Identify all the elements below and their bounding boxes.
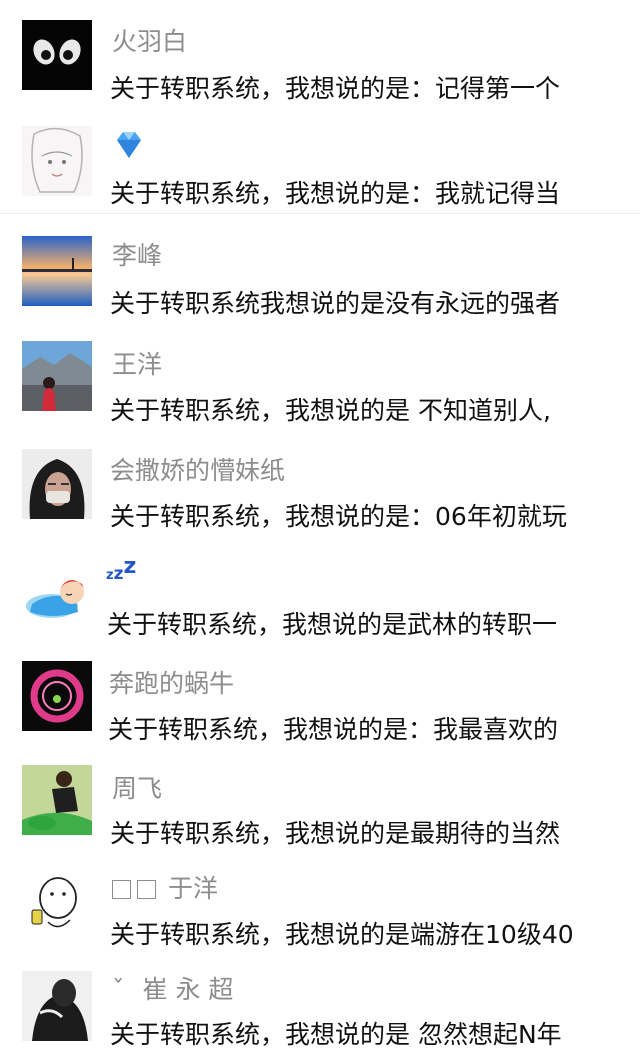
commenter-name-text: 于洋	[168, 874, 219, 903]
comment-text: 关于转职系统我想说的是没有永远的强者	[110, 289, 561, 318]
comment-text: 关于转职系统，我想说的是 不知道别人,	[110, 396, 551, 425]
doodle-drinking-avatar[interactable]	[22, 870, 92, 940]
comment-text: 关于转职系统，我想说的是：我最喜欢的	[108, 715, 559, 744]
list-item[interactable]: 于洋 关于转职系统，我想说的是端游在10级40	[0, 858, 640, 965]
comment-text: 关于转职系统，我想说的是最期待的当然	[110, 819, 561, 848]
anime-eyes-avatar[interactable]	[22, 20, 92, 90]
comment-text: 关于转职系统，我想说的是 忽然想起N年	[110, 1020, 562, 1049]
list-item[interactable]: ˇ 崔 永 超 关于转职系统，我想说的是 忽然想起N年	[0, 965, 640, 1057]
unknown-glyph-icon	[137, 880, 156, 899]
zzz-sleep-icon: zzz	[106, 554, 137, 584]
list-item[interactable]: 李峰 关于转职系统我想说的是没有永远的强者	[0, 214, 640, 322]
list-item[interactable]: 关于转职系统，我想说的是：我就记得当	[0, 107, 640, 214]
list-item[interactable]: zzz 关于转职系统，我想说的是武林的转职一	[0, 536, 640, 644]
unknown-glyph-icon	[112, 880, 131, 899]
list-item[interactable]: 周飞 关于转职系统，我想说的是最期待的当然	[0, 751, 640, 858]
list-item[interactable]: 奔跑的蜗牛 关于转职系统，我想说的是：我最喜欢的	[0, 644, 640, 751]
list-item[interactable]: 会撒娇的懵妹纸 关于转职系统，我想说的是：06年初就玩	[0, 429, 640, 536]
commenter-name[interactable]: 会撒娇的懵妹纸	[110, 456, 285, 486]
comment-text: 关于转职系统，我想说的是武林的转职一	[107, 610, 558, 639]
commenter-name[interactable]: 奔跑的蜗牛	[109, 669, 234, 699]
commenter-name[interactable]: ˇ崔 永 超	[112, 975, 233, 1005]
diamond-icon	[112, 130, 146, 167]
commenter-name[interactable]: 李峰	[112, 241, 162, 271]
comment-list: 火羽白 关于转职系统，我想说的是：记得第一个 关于转职系统，我想说的是：我就记得…	[0, 0, 640, 1057]
sleeping-cartoon-avatar[interactable]	[22, 556, 92, 626]
bw-portrait-avatar[interactable]	[22, 971, 92, 1041]
sketch-girl-avatar[interactable]	[22, 126, 92, 196]
comment-text: 关于转职系统，我想说的是：我就记得当	[110, 179, 561, 208]
commenter-name-text: 崔 永 超	[142, 975, 234, 1004]
commenter-name[interactable]: 于洋	[112, 874, 218, 904]
mountain-person-avatar[interactable]	[22, 341, 92, 411]
name-prefix: ˇ	[112, 975, 125, 1004]
commenter-name[interactable]: 王洋	[112, 350, 162, 380]
lake-sunset-avatar[interactable]	[22, 236, 92, 306]
pink-ring-avatar[interactable]	[22, 661, 92, 731]
list-item[interactable]: 王洋 关于转职系统，我想说的是 不知道别人,	[0, 322, 640, 429]
comment-text: 关于转职系统，我想说的是端游在10级40	[110, 920, 574, 949]
motorbike-avatar[interactable]	[22, 765, 92, 835]
comment-text: 关于转职系统，我想说的是：记得第一个	[110, 74, 561, 103]
comment-text: 关于转职系统，我想说的是：06年初就玩	[110, 502, 567, 531]
list-item[interactable]: 火羽白 关于转职系统，我想说的是：记得第一个	[0, 0, 640, 107]
commenter-name[interactable]: 火羽白	[112, 27, 187, 57]
commenter-name[interactable]: 周飞	[112, 774, 162, 804]
hooded-girl-avatar[interactable]	[22, 449, 92, 519]
